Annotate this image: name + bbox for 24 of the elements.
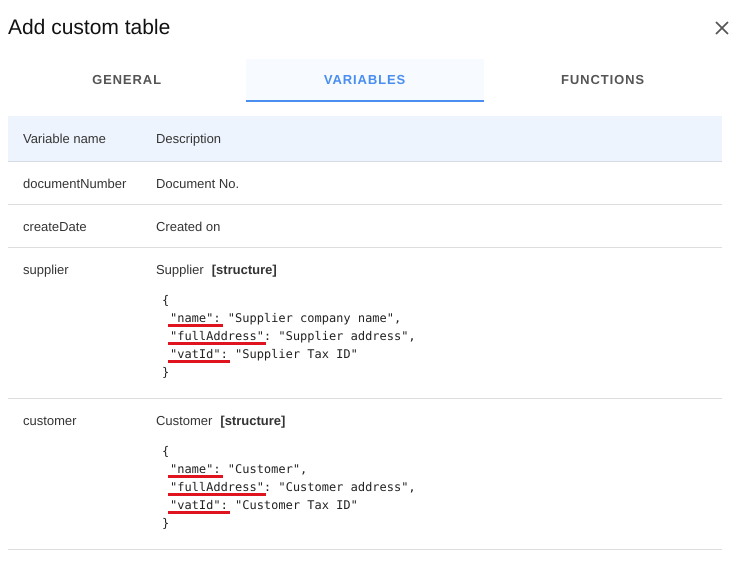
code-line: "fullAddress": "Supplier address", bbox=[170, 329, 416, 343]
code-line: { bbox=[161, 292, 170, 309]
code-line: { bbox=[161, 443, 170, 460]
table-cell-text: createDate bbox=[22, 219, 88, 234]
code-line: "name": "Supplier company name", bbox=[170, 311, 402, 325]
code-line: "name": "Customer", bbox=[170, 462, 308, 476]
column-header: Variable name bbox=[22, 131, 107, 146]
structure-label: [structure] bbox=[212, 262, 277, 277]
table-cell-text: documentNumber bbox=[22, 176, 128, 191]
table-cell-text: customer bbox=[22, 413, 78, 430]
column-header: Description bbox=[156, 131, 222, 146]
table-cell: Supplier bbox=[156, 262, 204, 277]
code-line: } bbox=[161, 515, 170, 532]
structure-label: [structure] bbox=[220, 413, 286, 428]
code-line: "vatId": "Supplier Tax ID" bbox=[170, 347, 358, 361]
table-cell: Customer bbox=[156, 413, 212, 428]
code-line: } bbox=[161, 364, 170, 381]
dialog-title: Add custom table bbox=[8, 16, 170, 40]
code-line: "vatId": "Customer Tax ID" bbox=[170, 498, 358, 512]
close-icon[interactable] bbox=[715, 20, 729, 34]
code-line: "fullAddress": "Customer address", bbox=[170, 480, 416, 494]
table-cell: Created on bbox=[156, 219, 220, 234]
table-cell: Document No. bbox=[156, 176, 240, 191]
table-cell-text: supplier bbox=[22, 262, 70, 279]
